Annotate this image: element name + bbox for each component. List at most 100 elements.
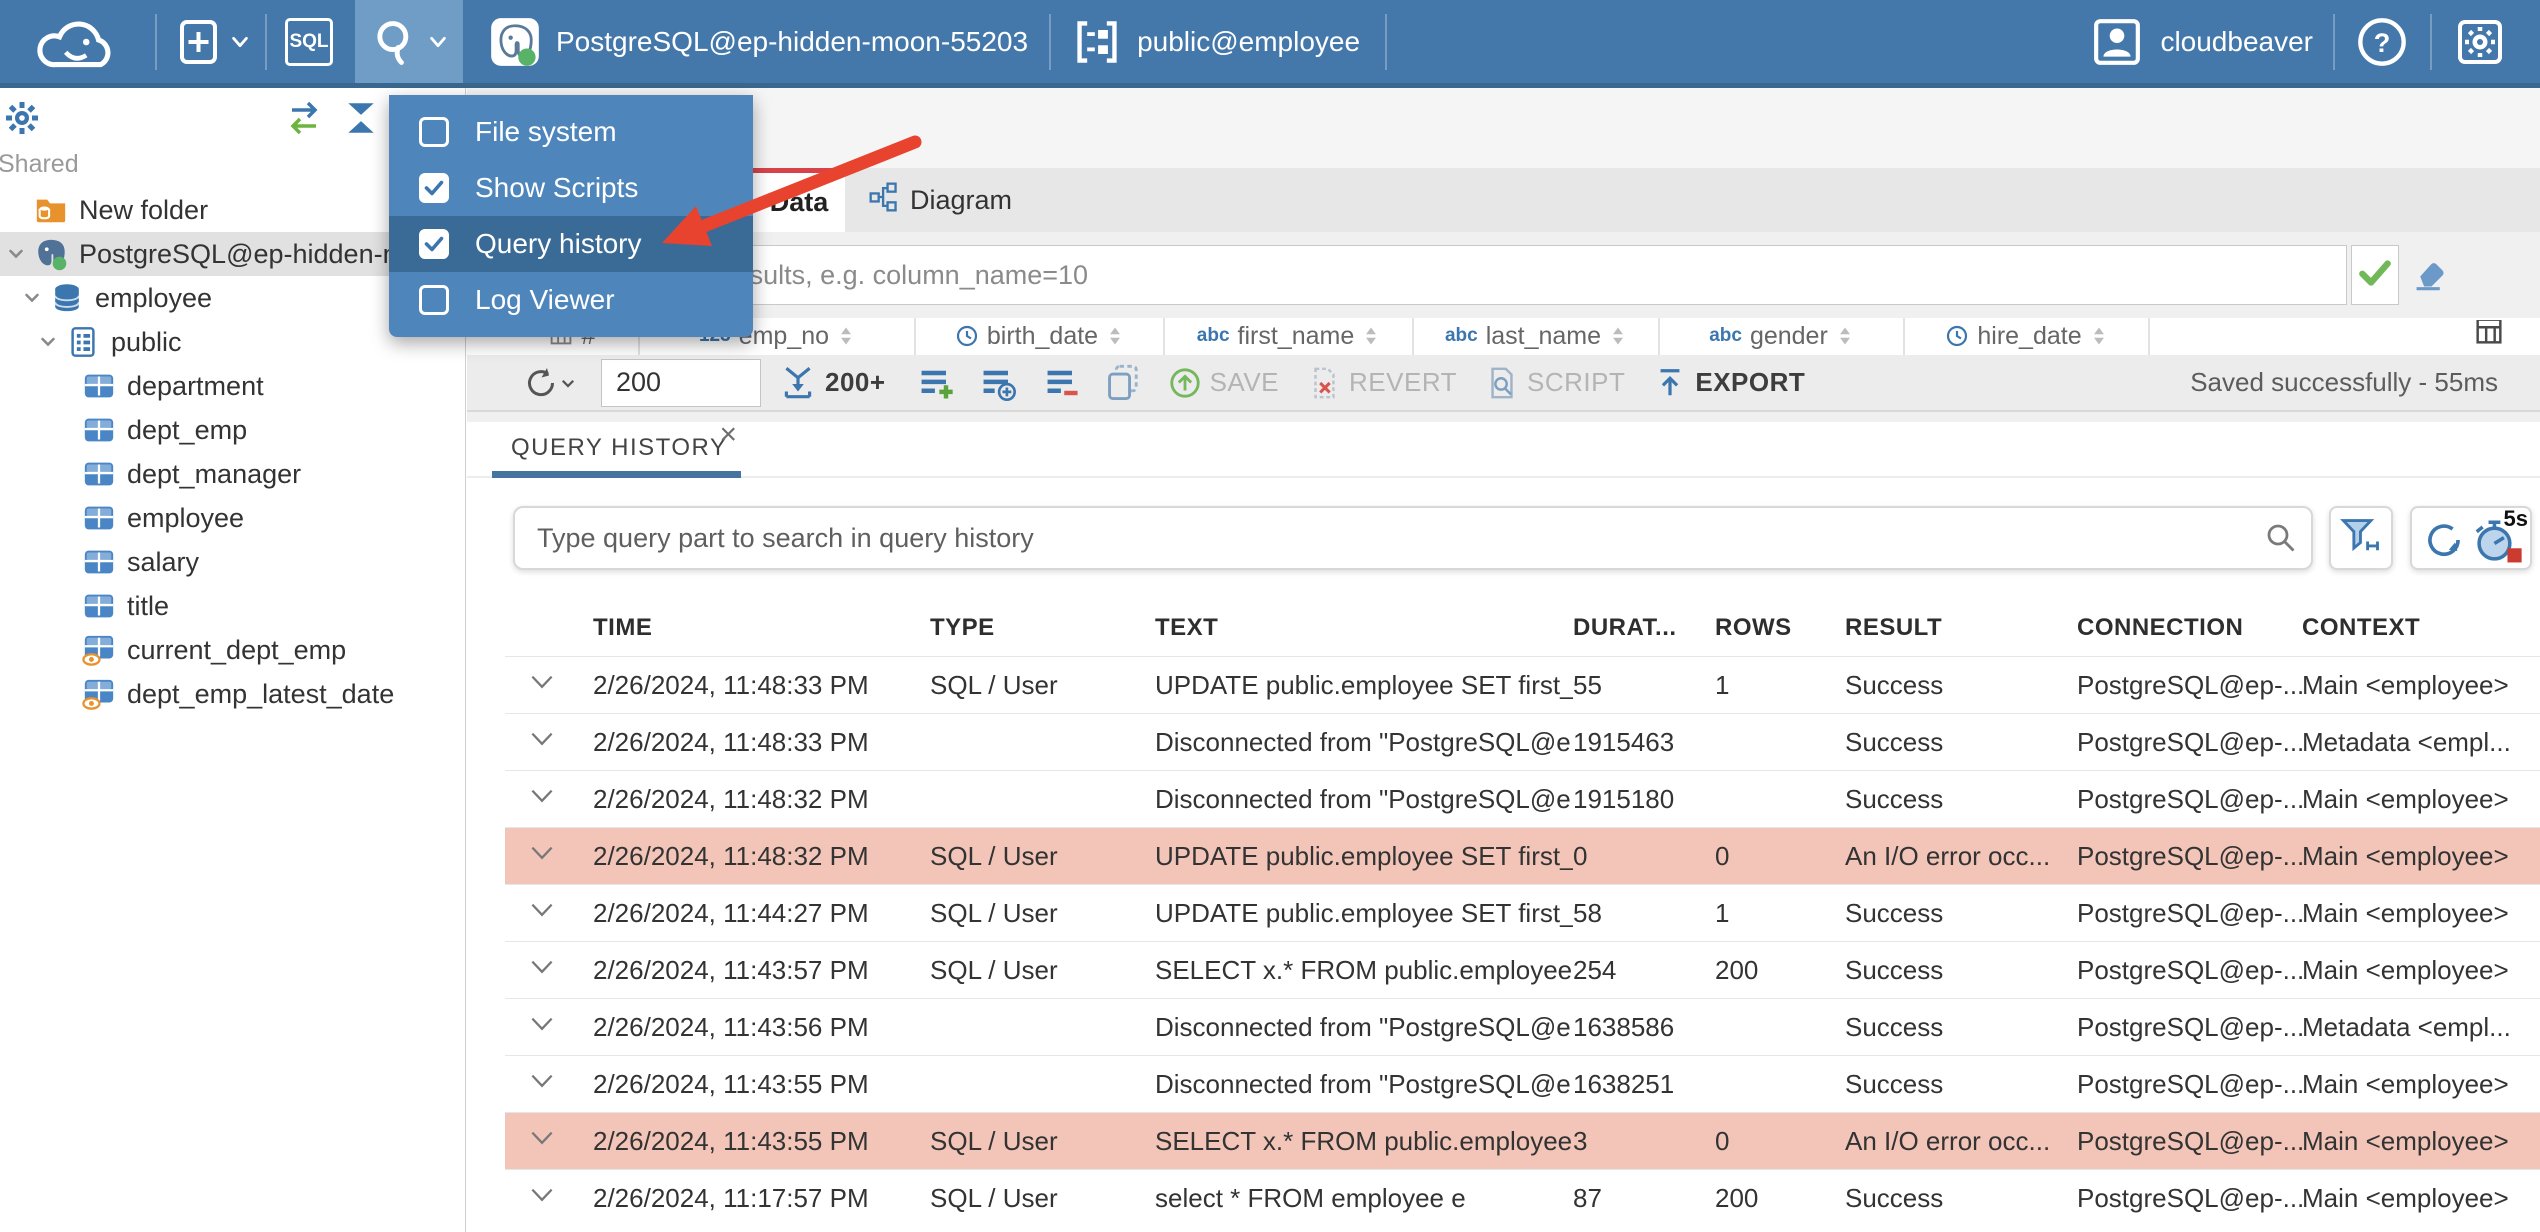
qh-column-header-context[interactable]: CONTEXT bbox=[2302, 614, 2540, 642]
refresh-icon[interactable] bbox=[2422, 518, 2466, 562]
tree-item-title[interactable]: title bbox=[0, 584, 466, 628]
clear-filter-eraser-icon[interactable] bbox=[2408, 252, 2452, 296]
query-history-search-input[interactable] bbox=[513, 506, 2313, 570]
query-history-row[interactable]: 2/26/2024, 11:44:27 PM SQL / User UPDATE… bbox=[505, 884, 2540, 941]
help-icon[interactable]: ? bbox=[2356, 16, 2408, 68]
apply-filter-button[interactable] bbox=[2351, 245, 2399, 305]
add-row-icon[interactable] bbox=[916, 363, 956, 403]
script-button[interactable]: SCRIPT bbox=[1485, 366, 1625, 400]
expand-chevron-icon[interactable] bbox=[527, 897, 557, 923]
menu-item-show-scripts[interactable]: Show Scripts bbox=[389, 160, 753, 216]
query-history-row[interactable]: 2/26/2024, 11:43:57 PM SQL / User SELECT… bbox=[505, 941, 2540, 998]
sort-icon[interactable] bbox=[1362, 325, 1380, 347]
sql-editor-button[interactable]: SQL bbox=[285, 17, 333, 66]
row-limit-input[interactable] bbox=[601, 358, 761, 407]
menu-item-query-history[interactable]: Query history bbox=[389, 216, 753, 272]
filter-expression-input[interactable] bbox=[480, 245, 2347, 305]
expand-chevron-icon[interactable] bbox=[527, 954, 557, 980]
connection-breadcrumb[interactable]: PostgreSQL@ep-hidden-moon-55203 bbox=[556, 26, 1028, 58]
svg-text:?: ? bbox=[2374, 26, 2391, 57]
query-history-row[interactable]: 2/26/2024, 11:43:55 PM SQL / User SELECT… bbox=[505, 1112, 2540, 1169]
qh-column-header-time[interactable]: TIME bbox=[593, 614, 930, 642]
chevron-down-icon[interactable] bbox=[229, 31, 251, 53]
grid-column-header-hire-date[interactable]: hire_date bbox=[1905, 318, 2150, 355]
sort-icon[interactable] bbox=[1836, 325, 1854, 347]
chevron-down-icon[interactable] bbox=[36, 330, 66, 354]
sort-icon[interactable] bbox=[837, 325, 855, 347]
table-icon bbox=[82, 501, 116, 535]
user-name[interactable]: cloudbeaver bbox=[2160, 26, 2313, 58]
grid-column-header-gender[interactable]: abc gender bbox=[1660, 318, 1905, 355]
menu-item-file-system[interactable]: File system bbox=[389, 104, 753, 160]
new-object-button[interactable] bbox=[175, 18, 223, 66]
settings-gear-icon[interactable] bbox=[2456, 18, 2504, 66]
tree-item-label: New folder bbox=[79, 194, 209, 225]
expand-chevron-icon[interactable] bbox=[527, 783, 557, 809]
column-label: gender bbox=[1749, 321, 1828, 350]
tree-item-salary[interactable]: salary bbox=[0, 540, 466, 584]
close-icon[interactable]: × bbox=[719, 418, 737, 452]
query-history-row[interactable]: 2/26/2024, 11:48:32 PM SQL / User UPDATE… bbox=[505, 827, 2540, 884]
tree-item-dept-manager[interactable]: dept_manager bbox=[0, 452, 466, 496]
fetch-more-rows-button[interactable]: 200+ bbox=[779, 364, 886, 402]
tab-query-history[interactable]: QUERY HISTORY × bbox=[492, 418, 741, 478]
qh-column-header-text[interactable]: TEXT bbox=[1155, 614, 1573, 642]
refresh-results-button[interactable] bbox=[523, 365, 577, 401]
cell-rows: 200 bbox=[1715, 954, 1759, 985]
schema-breadcrumb[interactable]: public@employee bbox=[1137, 26, 1360, 58]
tab-data[interactable]: Data bbox=[753, 168, 845, 232]
qh-column-header-connection[interactable]: CONNECTION bbox=[2077, 614, 2302, 642]
expand-chevron-icon[interactable] bbox=[527, 669, 557, 695]
grid-settings-icon[interactable] bbox=[2472, 320, 2506, 352]
delete-row-icon[interactable] bbox=[1042, 363, 1082, 403]
expand-chevron-icon[interactable] bbox=[527, 1068, 557, 1094]
query-history-row[interactable]: 2/26/2024, 11:43:56 PM Disconnected from… bbox=[505, 998, 2540, 1055]
qh-column-header-result[interactable]: RESULT bbox=[1845, 614, 2077, 642]
tree-item-employee[interactable]: employee bbox=[0, 496, 466, 540]
tree-item-department[interactable]: department bbox=[0, 364, 466, 408]
sort-icon[interactable] bbox=[2090, 325, 2108, 347]
expand-chevron-icon[interactable] bbox=[527, 1182, 557, 1208]
query-history-row[interactable]: 2/26/2024, 11:17:57 PM SQL / User select… bbox=[505, 1169, 2540, 1226]
tree-item-current-dept-emp[interactable]: current_dept_emp bbox=[0, 628, 466, 672]
column-type-badge: abc bbox=[1444, 325, 1478, 346]
chevron-down-icon[interactable] bbox=[20, 286, 50, 310]
tree-item-dept-emp[interactable]: dept_emp bbox=[0, 408, 466, 452]
tab-diagram[interactable]: Diagram bbox=[845, 168, 1035, 232]
grid-column-header-first-name[interactable]: abc first_name bbox=[1165, 318, 1414, 355]
expand-chevron-icon[interactable] bbox=[527, 1125, 557, 1151]
tree-item-label: dept_emp bbox=[127, 414, 248, 445]
sort-icon[interactable] bbox=[1609, 325, 1627, 347]
expand-chevron-icon[interactable] bbox=[527, 726, 557, 752]
expand-chevron-icon[interactable] bbox=[527, 1011, 557, 1037]
navigator-settings-gear-icon[interactable] bbox=[4, 100, 40, 141]
collapse-all-icon[interactable] bbox=[342, 99, 380, 142]
query-history-row[interactable]: 2/26/2024, 11:48:33 PM SQL / User UPDATE… bbox=[505, 656, 2540, 713]
grid-column-header-last-name[interactable]: abc last_name bbox=[1414, 318, 1660, 355]
cloudbeaver-logo-icon bbox=[25, 5, 131, 79]
menu-item-log-viewer[interactable]: Log Viewer bbox=[389, 272, 753, 328]
sync-connection-icon[interactable] bbox=[284, 100, 324, 141]
export-button[interactable]: EXPORT bbox=[1653, 366, 1805, 400]
duplicate-row-icon[interactable] bbox=[978, 363, 1018, 403]
query-history-row[interactable]: 2/26/2024, 11:43:55 PM Disconnected from… bbox=[505, 1055, 2540, 1112]
user-avatar-icon[interactable] bbox=[2092, 17, 2142, 67]
tools-menu-button[interactable] bbox=[355, 0, 463, 83]
sort-icon[interactable] bbox=[1106, 325, 1124, 347]
qh-column-header-type[interactable]: TYPE bbox=[930, 614, 1155, 642]
query-history-filter-button[interactable] bbox=[2329, 506, 2393, 570]
cell-connection: PostgreSQL@ep-... bbox=[2077, 783, 2302, 814]
query-history-row[interactable]: 2/26/2024, 11:48:32 PM Disconnected from… bbox=[505, 770, 2540, 827]
cell-duration: 55 bbox=[1573, 669, 1602, 700]
query-history-row[interactable]: 2/26/2024, 11:48:33 PM Disconnected from… bbox=[505, 713, 2540, 770]
table-icon bbox=[82, 413, 116, 447]
copy-icon[interactable] bbox=[1104, 363, 1144, 403]
qh-column-header-rows[interactable]: ROWS bbox=[1715, 614, 1845, 642]
qh-column-header-durat[interactable]: DURAT... bbox=[1573, 614, 1715, 642]
tree-item-dept-emp-latest-date[interactable]: dept_emp_latest_date bbox=[0, 672, 466, 716]
grid-column-header-birth-date[interactable]: birth_date bbox=[916, 318, 1165, 355]
save-button[interactable]: SAVE bbox=[1168, 366, 1279, 400]
revert-button[interactable]: REVERT bbox=[1307, 366, 1457, 400]
expand-chevron-icon[interactable] bbox=[527, 840, 557, 866]
chevron-down-icon[interactable] bbox=[4, 242, 34, 266]
